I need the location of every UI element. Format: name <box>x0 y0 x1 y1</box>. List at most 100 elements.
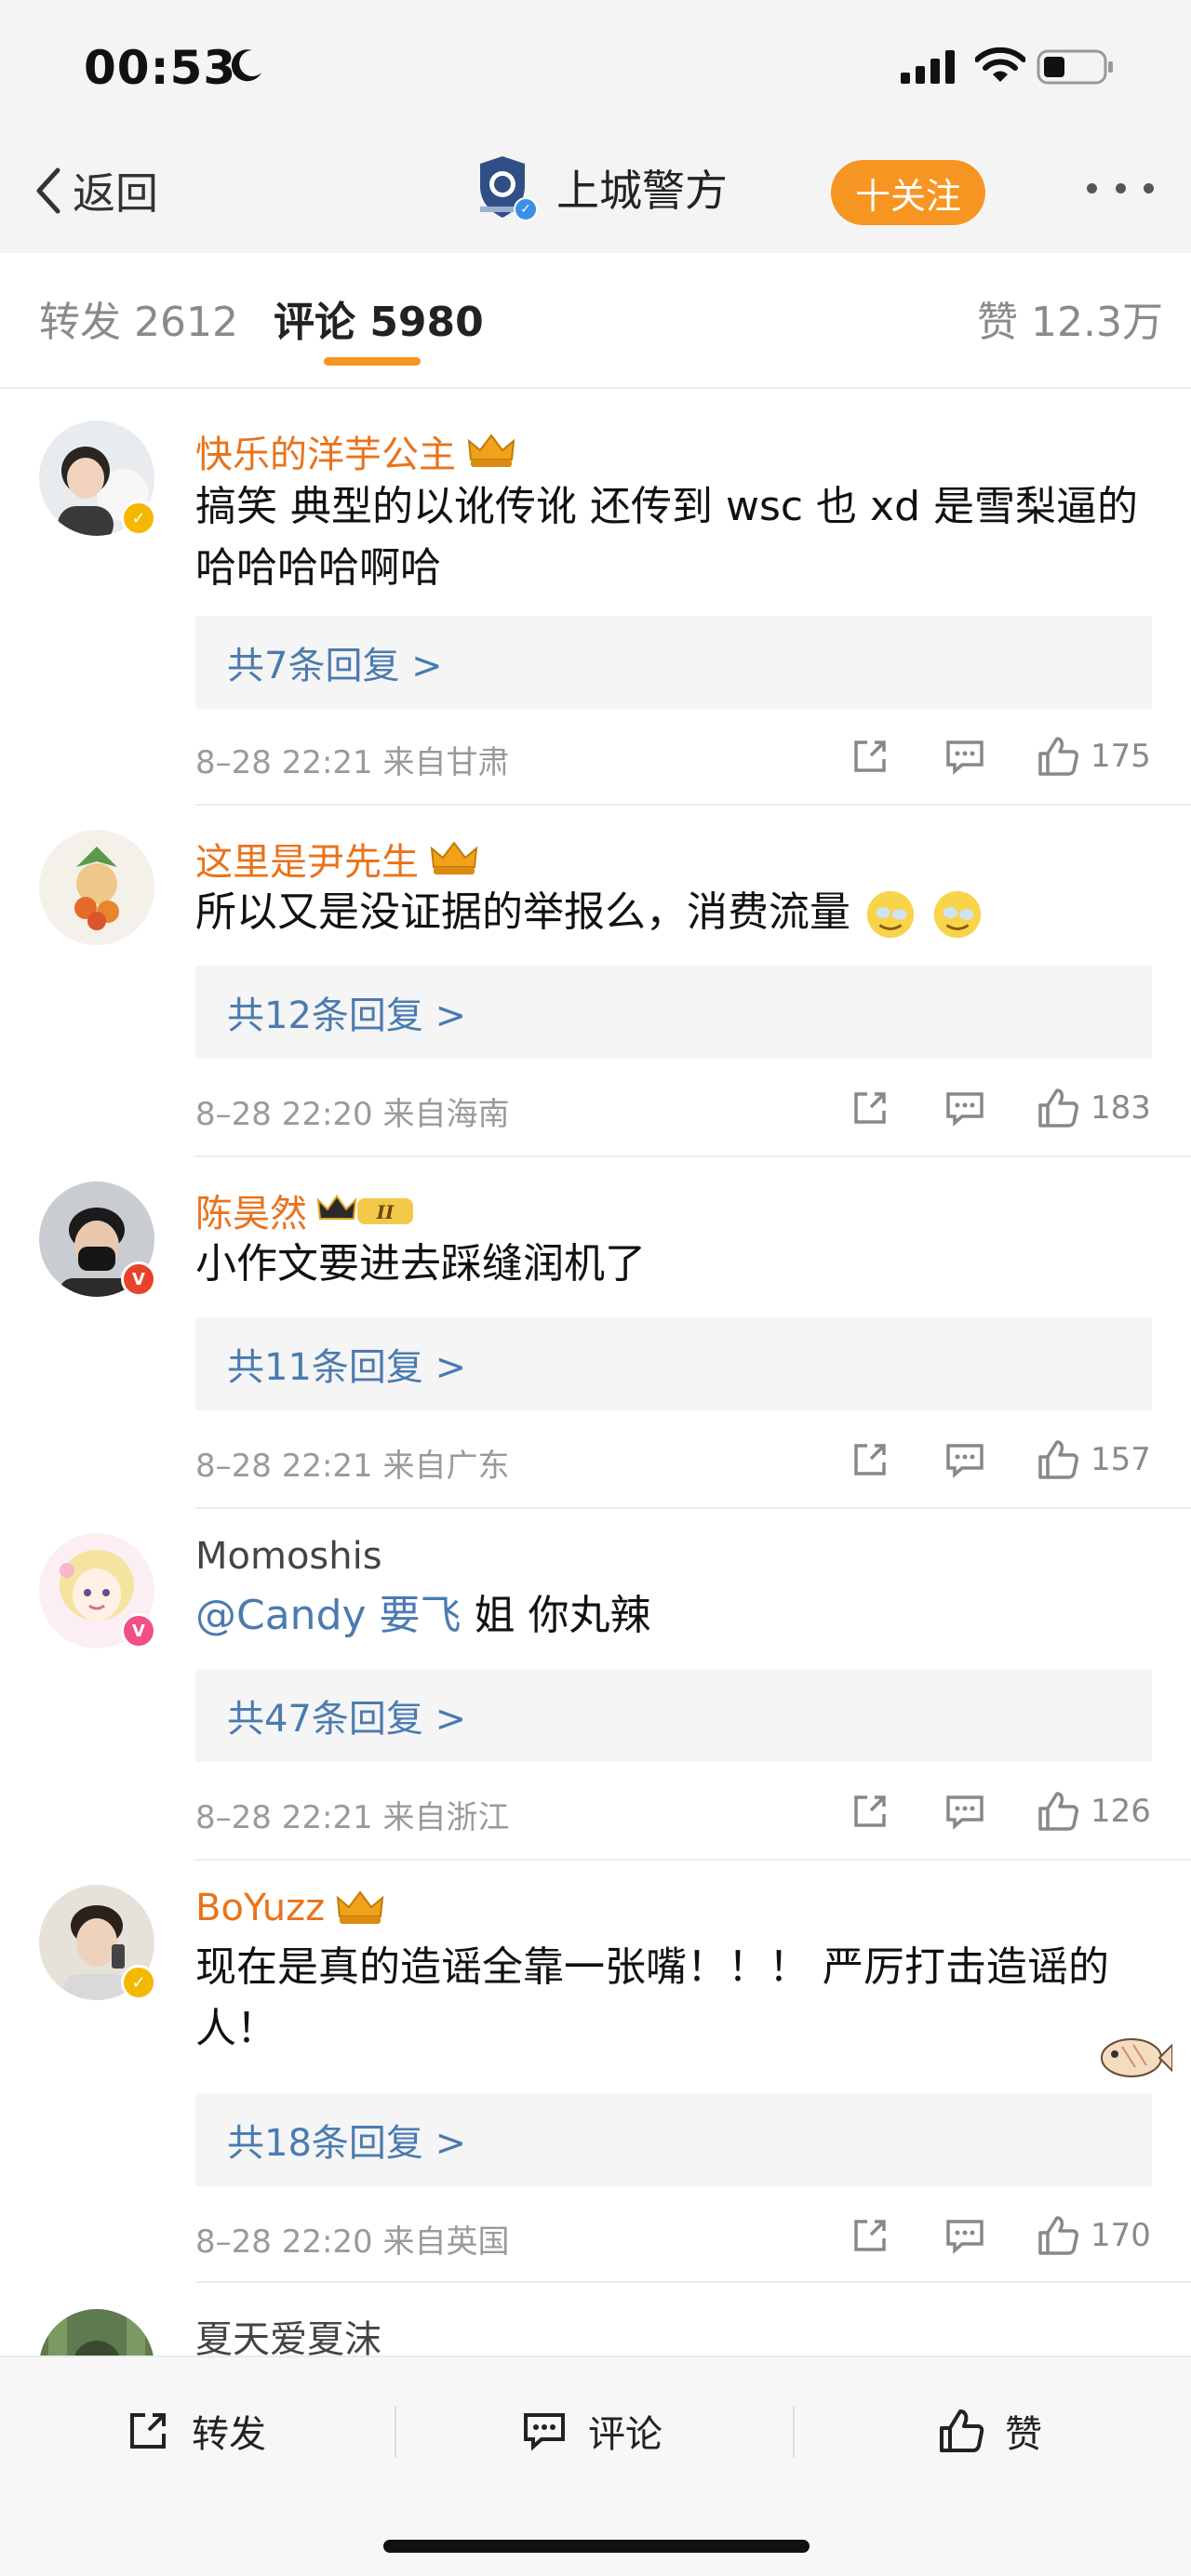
comment-text: 所以又是没证据的举报么，消费流量 <box>195 882 1154 943</box>
comment-icon <box>946 1092 984 1127</box>
crown-icon <box>430 841 478 874</box>
like-button[interactable]: 赞 <box>938 2398 1042 2463</box>
comment-line: 现在是真的造谣全靠一张嘴！！！ 严厉打击造谣的 <box>195 1943 1109 1991</box>
comment-text: 搞笑 典型的以讹传讹 还传到 wsc 也 xd 是雪梨逼的 哈哈哈哈啊哈 <box>195 476 1154 599</box>
username[interactable]: 这里是尹先生 <box>195 832 480 886</box>
comment-text: 小作文要进去踩缝润机了 <box>195 1234 1154 1295</box>
vip-level-icon: II <box>316 1195 413 1224</box>
replies-link[interactable]: 共7条回复 > <box>195 616 1152 709</box>
comment-button[interactable] <box>943 1085 986 1131</box>
top-header: 00:53 返回 ✓ 上城警方 十关注 <box>0 0 1191 253</box>
username-text: BoYuzz <box>195 1887 326 1929</box>
back-label: 返回 <box>73 168 158 219</box>
comment-button[interactable] <box>943 1436 986 1483</box>
share-button[interactable] <box>849 2212 891 2259</box>
status-bar: 00:53 <box>0 0 1191 140</box>
like-label: 赞 <box>1005 2413 1042 2456</box>
username[interactable]: BoYuzz <box>195 1887 386 1929</box>
laugh-emoji-icon <box>933 890 982 939</box>
share-icon <box>854 1444 886 1475</box>
separator <box>195 2281 1191 2283</box>
like-button[interactable]: 170 <box>1037 2212 1151 2259</box>
signal-icon <box>901 50 955 84</box>
comment-button[interactable]: 评论 <box>521 2398 662 2463</box>
divider <box>395 2406 396 2458</box>
like-count: 157 <box>1091 1441 1151 1478</box>
crown-icon <box>467 434 515 467</box>
comment-button[interactable] <box>943 2212 986 2259</box>
avatar[interactable] <box>39 830 154 945</box>
like-button[interactable]: 175 <box>1037 733 1151 780</box>
back-button[interactable]: 返回 <box>32 158 158 223</box>
comment-text: @Candy 要飞 姐 你丸辣 <box>195 1585 1154 1647</box>
comment-line-text: 姐 你丸辣 <box>461 1592 651 1639</box>
home-indicator <box>383 2540 810 2553</box>
share-button[interactable] <box>849 1085 891 1131</box>
divider <box>0 387 1191 389</box>
verified-badge-icon: V <box>121 1261 156 1297</box>
active-tab-indicator <box>324 357 421 366</box>
comment-icon <box>946 2220 984 2254</box>
tab-likes[interactable]: 赞 12.3万 <box>977 288 1163 348</box>
comment-line: 哈哈哈哈啊哈 <box>195 544 441 592</box>
replies-link[interactable]: 共18条回复 > <box>195 2093 1152 2186</box>
comment-actions: 126 <box>849 1788 1156 1835</box>
comment-actions: 175 <box>849 733 1156 780</box>
bottom-action-bar: 转发 评论 赞 <box>0 2356 1191 2576</box>
mention-link[interactable]: @Candy 要飞 <box>195 1592 462 1639</box>
replies-link[interactable]: 共47条回复 > <box>195 1669 1152 1762</box>
more-icon[interactable] <box>1087 177 1154 199</box>
like-count: 175 <box>1091 738 1151 775</box>
tab-comments[interactable]: 评论 5980 <box>274 288 484 348</box>
comment-meta: 8–28 22:21 来自甘肃 <box>195 744 510 781</box>
replies-link[interactable]: 共11条回复 > <box>195 1317 1152 1410</box>
comment-icon <box>946 741 984 775</box>
svg-text:II: II <box>376 1201 395 1223</box>
crown-icon <box>336 1890 384 1924</box>
like-count: 126 <box>1091 1793 1151 1830</box>
username-text: Momoshis <box>195 1535 382 1578</box>
tab-repost[interactable]: 转发 2612 <box>39 288 238 348</box>
comment-button[interactable] <box>943 1788 986 1835</box>
follow-button[interactable]: 十关注 <box>831 160 985 225</box>
comment-actions: 183 <box>849 1085 1156 1131</box>
comment-line: 搞笑 典型的以讹传讹 还传到 wsc 也 xd 是雪梨逼的 <box>195 483 1138 530</box>
separator <box>195 1155 1191 1157</box>
chevron-left-icon <box>36 167 60 214</box>
like-button[interactable]: 183 <box>1037 1085 1151 1131</box>
comment-text: 现在是真的造谣全靠一张嘴！！！ 严厉打击造谣的 人！ <box>195 1937 1154 2060</box>
separator <box>195 804 1191 806</box>
like-icon <box>1038 1792 1078 1831</box>
share-button[interactable] <box>849 733 891 780</box>
repost-button[interactable]: 转发 <box>125 2398 266 2463</box>
like-button[interactable]: 157 <box>1037 1436 1151 1483</box>
username[interactable]: 陈昊然 II <box>195 1183 419 1237</box>
comment-line: 所以又是没证据的举报么，消费流量 <box>195 882 1154 943</box>
like-button[interactable]: 126 <box>1037 1788 1151 1835</box>
username[interactable]: 快乐的洋芋公主 <box>195 424 517 478</box>
comment-label: 评论 <box>588 2413 662 2456</box>
replies-link[interactable]: 共12条回复 > <box>195 966 1152 1059</box>
comment-meta: 8–28 22:20 来自英国 <box>195 2223 510 2261</box>
comment-meta: 8–28 22:21 来自广东 <box>195 1448 510 1485</box>
wifi-icon <box>975 47 1025 82</box>
username[interactable]: Momoshis <box>195 1535 382 1578</box>
share-button[interactable] <box>849 1436 891 1483</box>
comment-actions: 170 <box>849 2212 1156 2259</box>
fish-sticker-icon <box>1101 2038 1172 2077</box>
repost-label: 转发 <box>192 2413 266 2456</box>
share-icon <box>854 2220 886 2251</box>
like-count: 183 <box>1091 1089 1151 1127</box>
share-button[interactable] <box>849 1788 891 1835</box>
share-icon <box>130 2413 166 2449</box>
account-header[interactable]: ✓ 上城警方 <box>473 154 728 221</box>
comment-line: 人！ <box>195 2005 277 2052</box>
moon-icon <box>231 49 261 82</box>
share-icon <box>854 741 886 772</box>
status-time: 00:53 <box>84 41 237 95</box>
verified-badge-icon: ✓ <box>121 1965 156 2000</box>
verified-badge-icon: ✓ <box>514 197 538 221</box>
divider <box>793 2406 795 2458</box>
username-text: 快乐的洋芋公主 <box>195 434 456 476</box>
comment-button[interactable] <box>943 733 986 780</box>
